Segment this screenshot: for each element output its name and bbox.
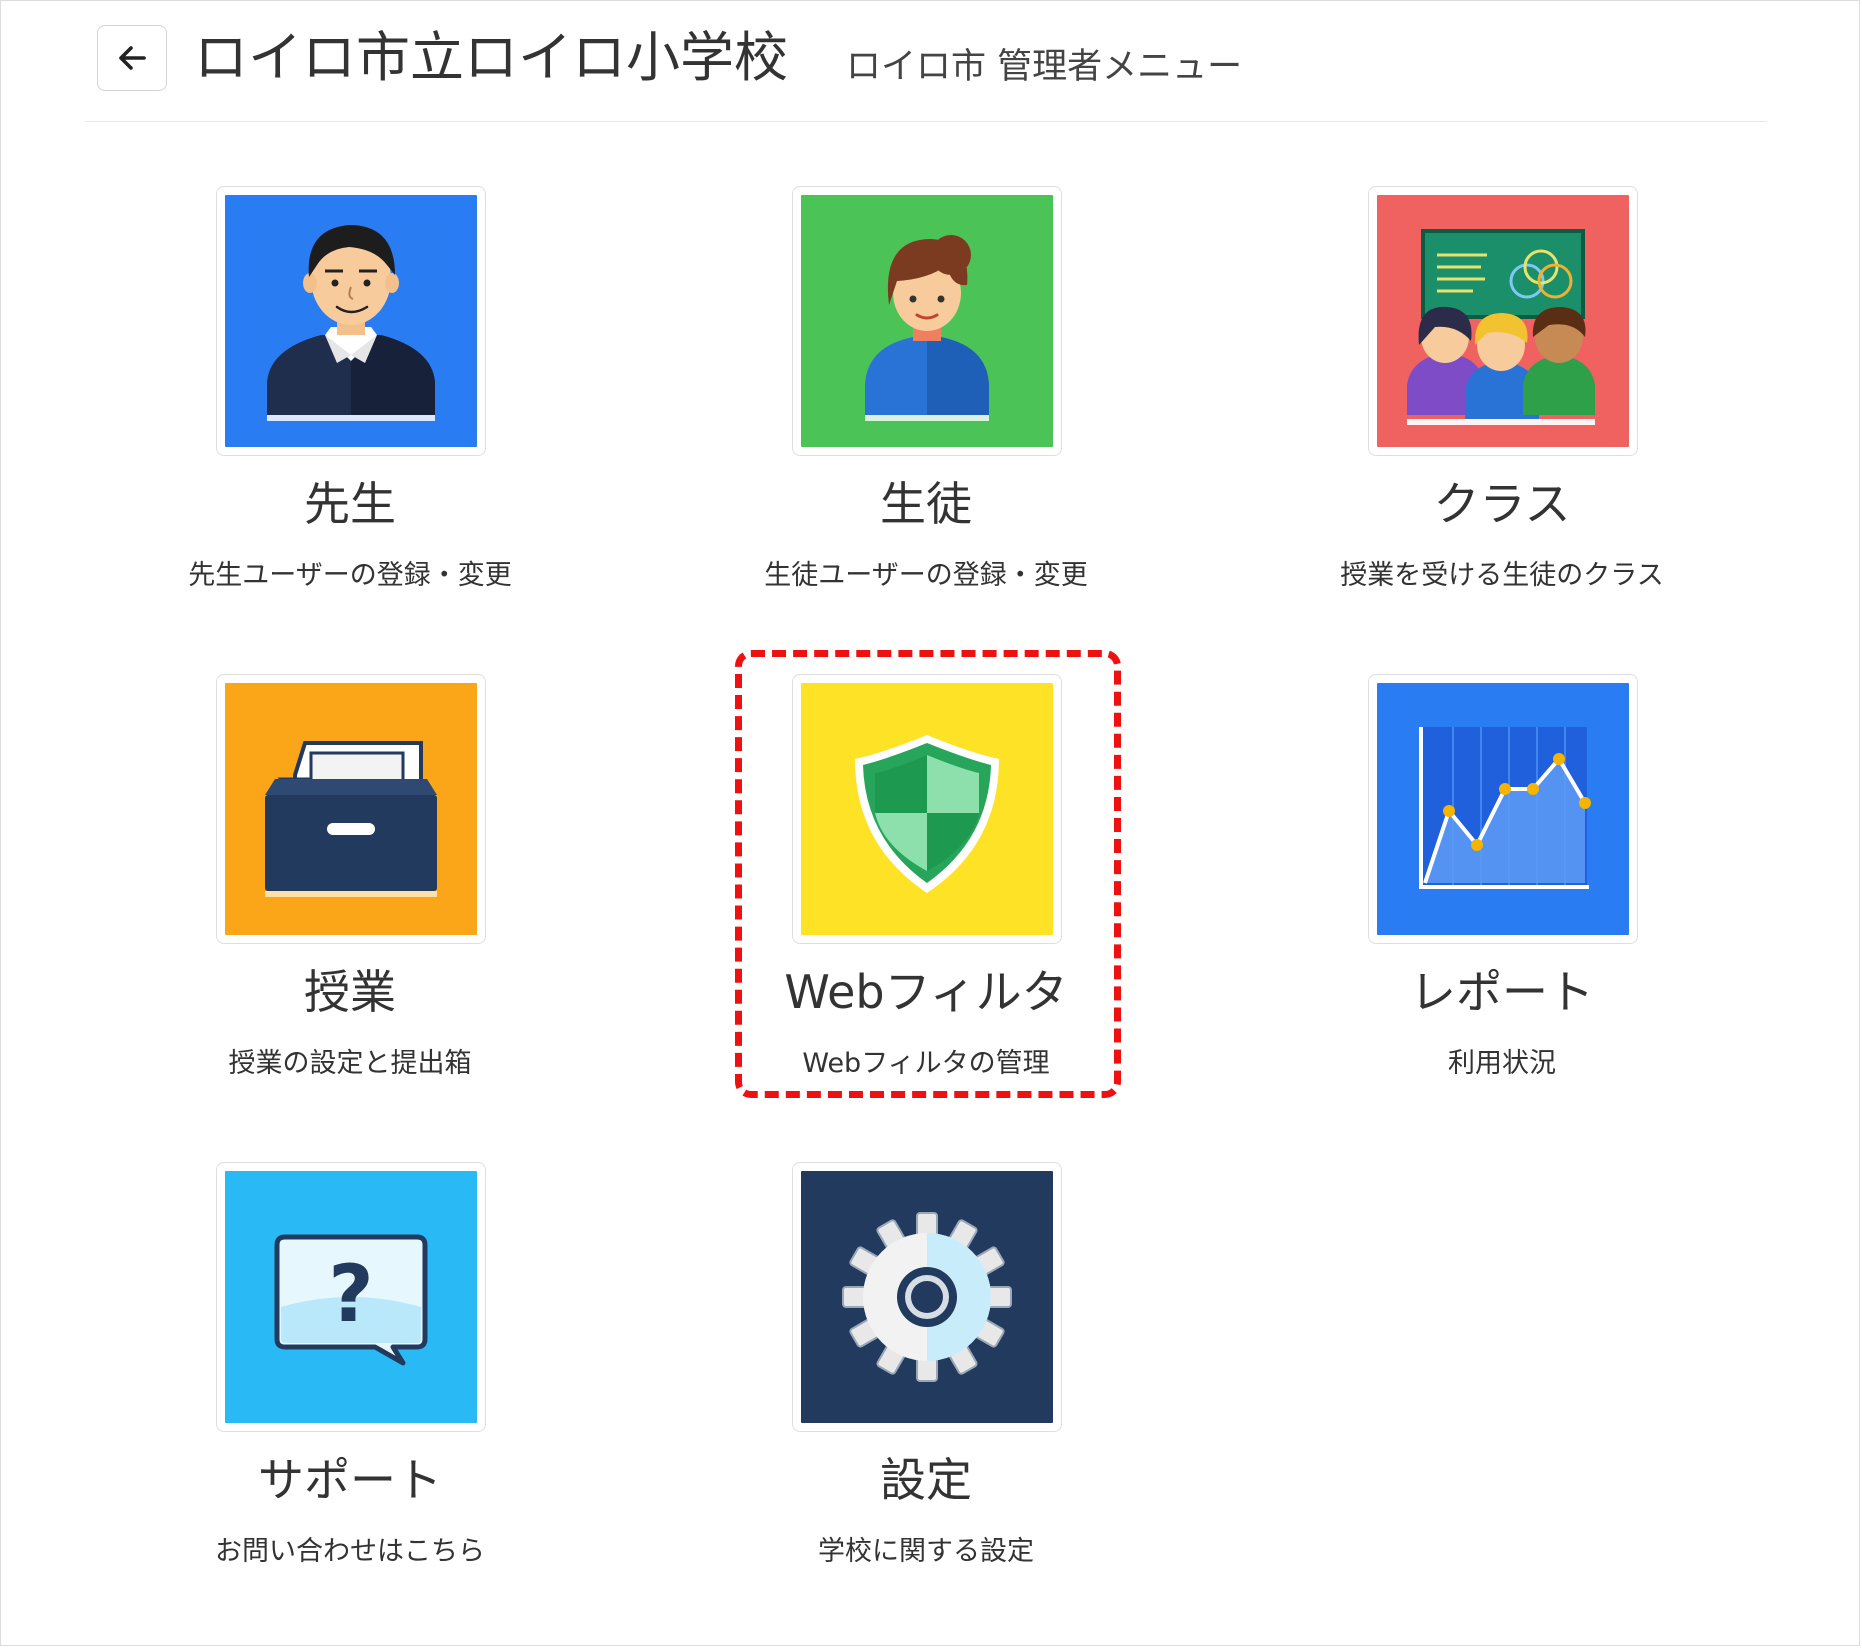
tile-title: レポート: [1410, 965, 1594, 1019]
line-chart-icon: [1377, 683, 1629, 935]
menu-tile-settings[interactable]: 設定 学校に関する設定: [716, 1162, 1136, 1592]
tile-description: 生徒ユーザーの登録・変更: [764, 560, 1088, 591]
tile-icon-frame[interactable]: ?: [216, 1162, 486, 1432]
page-subtitle: ロイロ市 管理者メニュー: [846, 47, 1243, 87]
menu-tile-teacher[interactable]: 先生 先生ユーザーの登録・変更: [140, 186, 560, 616]
menu-tile-student[interactable]: 生徒 生徒ユーザーの登録・変更: [716, 186, 1136, 616]
tile-icon-frame[interactable]: [792, 1162, 1062, 1432]
tile-description: 授業の設定と提出箱: [228, 1048, 472, 1079]
tile-title: サポート: [258, 1453, 442, 1507]
teacher-icon: [225, 195, 477, 447]
tile-title: 先生: [304, 477, 396, 531]
gear-icon: [801, 1171, 1053, 1423]
tile-icon-frame[interactable]: [1368, 186, 1638, 456]
tile-description: 学校に関する設定: [818, 1536, 1034, 1567]
drawer-icon: [225, 683, 477, 935]
question-bubble-icon: ?: [225, 1171, 477, 1423]
header-divider: [85, 121, 1767, 122]
arrow-left-icon: [119, 46, 146, 70]
tile-title: クラス: [1433, 477, 1571, 531]
webfilter-highlight-box: [735, 650, 1121, 1098]
tile-description: 利用状況: [1448, 1048, 1556, 1079]
tile-title: 授業: [304, 965, 396, 1019]
tile-icon-frame[interactable]: [792, 186, 1062, 456]
classroom-icon: [1377, 195, 1629, 447]
tile-description: お問い合わせはこちら: [215, 1536, 485, 1567]
menu-tile-class[interactable]: クラス 授業を受ける生徒のクラス: [1292, 186, 1712, 616]
page-title: ロイロ市立ロイロ小学校: [194, 26, 788, 89]
student-icon: [801, 195, 1053, 447]
tile-title: 設定: [880, 1453, 972, 1507]
menu-tile-report[interactable]: レポート 利用状況: [1292, 674, 1712, 1104]
tile-icon-frame[interactable]: [216, 674, 486, 944]
tile-description: 先生ユーザーの登録・変更: [188, 560, 512, 591]
tile-icon-frame[interactable]: [216, 186, 486, 456]
tile-title: 生徒: [880, 477, 972, 531]
back-button[interactable]: [97, 25, 167, 91]
tile-description: 授業を受ける生徒のクラス: [1340, 560, 1664, 591]
tile-icon-frame[interactable]: [1368, 674, 1638, 944]
svg-text:?: ?: [328, 1250, 373, 1340]
menu-tile-lesson[interactable]: 授業 授業の設定と提出箱: [140, 674, 560, 1104]
menu-tile-support[interactable]: ? サポート お問い合わせはこちら: [140, 1162, 560, 1592]
